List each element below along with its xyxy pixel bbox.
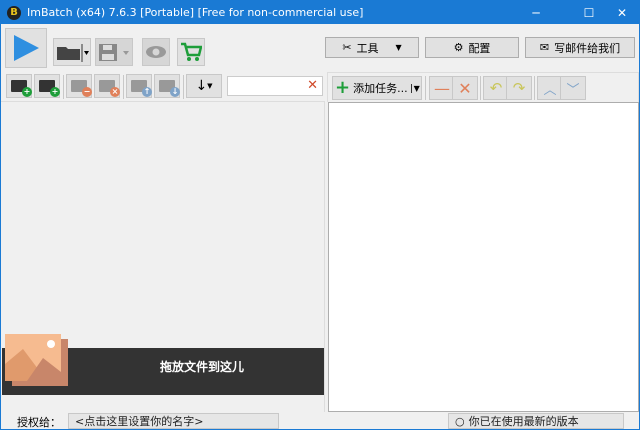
separator	[425, 76, 426, 100]
sort-button[interactable]: ↓ ▼	[186, 74, 222, 98]
close-button[interactable]: ✕	[605, 1, 639, 24]
refresh-icon: ○	[455, 414, 465, 428]
chevron-down-icon: ▼	[395, 43, 402, 52]
eye-icon	[146, 46, 166, 58]
image-up-icon: ↑	[131, 80, 152, 97]
move-task-down-button[interactable]: ﹀	[560, 76, 586, 100]
save-icon	[99, 44, 129, 61]
move-image-down-button[interactable]: ↓	[154, 74, 180, 98]
remove-image-icon: −	[71, 80, 92, 97]
separator	[183, 75, 184, 99]
window-title: ImBatch (x64) 7.6.3 [Portable] [Free for…	[27, 6, 364, 19]
add-task-button[interactable]: + 添加任务... ▼	[332, 76, 422, 100]
settings-label: 配置	[468, 41, 491, 55]
app-logo: B	[7, 5, 21, 20]
separator	[480, 76, 481, 100]
chevron-up-icon: ︿	[543, 82, 557, 98]
undo-icon: ↶	[489, 79, 503, 97]
task-list[interactable]	[328, 102, 639, 412]
clear-search-icon[interactable]: ✕	[307, 78, 318, 93]
folder-icon	[57, 44, 89, 62]
tools-label: 工具	[356, 41, 379, 55]
redo-icon: ↷	[512, 79, 526, 97]
email-label: 写邮件给我们	[554, 41, 621, 55]
maximize-button[interactable]: ☐	[572, 1, 606, 24]
minus-icon: —	[434, 78, 450, 98]
search-input[interactable]: ✕	[227, 76, 323, 96]
tools-menu-button[interactable]: ✂ 工具 ▼	[325, 37, 419, 58]
clear-images-button[interactable]: ×	[94, 74, 120, 98]
remove-image-button[interactable]: −	[66, 74, 92, 98]
update-status[interactable]: ○ 你已在使用最新的版本	[448, 413, 624, 429]
add-folder-icon: +	[39, 80, 60, 97]
app-window: B ImBatch (x64) 7.6.3 [Portable] [Free f…	[0, 0, 640, 430]
save-button[interactable]	[95, 38, 133, 66]
license-name-field[interactable]: <点击这里设置你的名字>	[68, 413, 279, 429]
title-bar: B ImBatch (x64) 7.6.3 [Portable] [Free f…	[1, 1, 639, 24]
add-task-label: 添加任务...	[353, 82, 408, 95]
image-placeholder-icon	[5, 334, 68, 386]
separator	[123, 75, 124, 99]
delete-task-button[interactable]: ✕	[452, 76, 478, 100]
buy-button[interactable]	[177, 38, 205, 66]
run-button[interactable]	[5, 28, 47, 68]
move-image-up-button[interactable]: ↑	[126, 74, 152, 98]
open-button[interactable]	[53, 38, 91, 66]
sort-icon: ↓	[195, 78, 208, 94]
envelope-icon: ✉	[539, 41, 550, 54]
chevron-down-icon: ▼	[410, 83, 420, 93]
email-button[interactable]: ✉ 写邮件给我们	[525, 37, 635, 58]
gear-icon: ⚙	[453, 41, 464, 54]
settings-button[interactable]: ⚙ 配置	[425, 37, 519, 58]
add-image-icon: +	[11, 80, 32, 97]
chevron-down-icon: ﹀	[566, 82, 580, 98]
license-label: 授权给：	[17, 416, 61, 429]
wrench-icon: ✂	[342, 41, 352, 54]
clear-images-icon: ×	[99, 80, 120, 97]
add-images-button[interactable]: +	[6, 74, 32, 98]
drop-zone-text: 拖放文件到这儿	[160, 360, 245, 374]
preview-button[interactable]	[142, 38, 170, 66]
separator	[534, 76, 535, 100]
update-status-text: 你已在使用最新的版本	[468, 415, 579, 428]
x-icon: ✕	[458, 78, 472, 98]
license-value: <点击这里设置你的名字>	[75, 415, 204, 428]
plus-icon: +	[335, 77, 351, 98]
add-folder-button[interactable]: +	[34, 74, 60, 98]
image-down-icon: ↓	[159, 80, 180, 97]
redo-button[interactable]: ↷	[506, 76, 532, 100]
minimize-button[interactable]: ─	[519, 1, 553, 24]
cart-icon	[181, 42, 202, 61]
separator	[63, 75, 64, 99]
play-icon	[14, 35, 39, 61]
